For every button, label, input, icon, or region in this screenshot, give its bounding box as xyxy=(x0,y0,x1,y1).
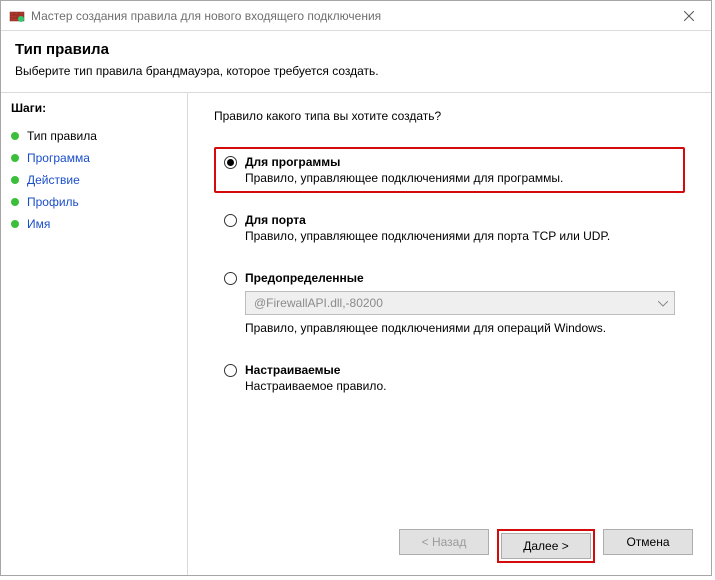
next-button-highlight: Далее > xyxy=(497,529,595,563)
option-program-body: Для программы Правило, управляющее подкл… xyxy=(245,155,675,185)
predefined-select-value: @FirewallAPI.dll,-80200 xyxy=(254,296,383,310)
wizard-body: Шаги: Тип правила Программа Действие Про… xyxy=(1,93,711,575)
option-port-title: Для порта xyxy=(245,213,675,227)
chevron-down-icon xyxy=(658,296,668,310)
step-rule-type[interactable]: Тип правила xyxy=(11,125,177,147)
step-label: Действие xyxy=(27,173,80,187)
option-predefined[interactable]: Предопределенные @FirewallAPI.dll,-80200… xyxy=(214,263,685,343)
option-custom[interactable]: Настраиваемые Настраиваемое правило. xyxy=(214,355,685,401)
next-button-label: Далее > xyxy=(523,539,569,553)
step-label: Профиль xyxy=(27,195,79,209)
wizard-header: Тип правила Выберите тип правила брандма… xyxy=(1,31,711,92)
close-button[interactable] xyxy=(666,1,711,30)
close-icon xyxy=(684,11,694,21)
step-bullet-icon xyxy=(11,198,19,206)
option-program[interactable]: Для программы Правило, управляющее подкл… xyxy=(214,147,685,193)
radio-custom[interactable] xyxy=(224,364,237,377)
rule-type-options: Для программы Правило, управляющее подкл… xyxy=(214,147,685,401)
page-heading: Тип правила xyxy=(15,41,697,58)
page-subtitle: Выберите тип правила брандмауэра, которо… xyxy=(15,64,697,78)
option-program-title: Для программы xyxy=(245,155,675,169)
next-button[interactable]: Далее > xyxy=(501,533,591,559)
option-port-body: Для порта Правило, управляющее подключен… xyxy=(245,213,675,243)
cancel-button[interactable]: Отмена xyxy=(603,529,693,555)
wizard-button-row: < Назад Далее > Отмена xyxy=(399,529,693,563)
radio-predefined[interactable] xyxy=(224,272,237,285)
back-button: < Назад xyxy=(399,529,489,555)
radio-program[interactable] xyxy=(224,156,237,169)
step-label: Имя xyxy=(27,217,50,231)
predefined-select: @FirewallAPI.dll,-80200 xyxy=(245,291,675,315)
content-question: Правило какого типа вы хотите создать? xyxy=(214,109,685,123)
step-profile[interactable]: Профиль xyxy=(11,191,177,213)
option-port[interactable]: Для порта Правило, управляющее подключен… xyxy=(214,205,685,251)
step-name[interactable]: Имя xyxy=(11,213,177,235)
option-program-desc: Правило, управляющее подключениями для п… xyxy=(245,171,675,185)
option-custom-title: Настраиваемые xyxy=(245,363,675,377)
step-label: Тип правила xyxy=(27,129,97,143)
content-pane: Правило какого типа вы хотите создать? Д… xyxy=(188,93,711,575)
step-bullet-icon xyxy=(11,220,19,228)
option-custom-desc: Настраиваемое правило. xyxy=(245,379,675,393)
option-predefined-body: Предопределенные @FirewallAPI.dll,-80200… xyxy=(245,271,675,335)
radio-port[interactable] xyxy=(224,214,237,227)
window-title: Мастер создания правила для нового входя… xyxy=(31,9,381,23)
option-custom-body: Настраиваемые Настраиваемое правило. xyxy=(245,363,675,393)
firewall-app-icon xyxy=(9,8,25,24)
wizard-window: Мастер создания правила для нового входя… xyxy=(0,0,712,576)
back-button-label: < Назад xyxy=(422,535,467,549)
steps-sidebar: Шаги: Тип правила Программа Действие Про… xyxy=(1,93,188,575)
step-program[interactable]: Программа xyxy=(11,147,177,169)
step-action[interactable]: Действие xyxy=(11,169,177,191)
step-bullet-icon xyxy=(11,176,19,184)
titlebar: Мастер создания правила для нового входя… xyxy=(1,1,711,31)
option-predefined-desc: Правило, управляющее подключениями для о… xyxy=(245,321,675,335)
cancel-button-label: Отмена xyxy=(626,535,669,549)
step-label: Программа xyxy=(27,151,90,165)
steps-title: Шаги: xyxy=(11,101,177,115)
option-predefined-title: Предопределенные xyxy=(245,271,675,285)
step-bullet-icon xyxy=(11,132,19,140)
option-port-desc: Правило, управляющее подключениями для п… xyxy=(245,229,675,243)
step-bullet-icon xyxy=(11,154,19,162)
